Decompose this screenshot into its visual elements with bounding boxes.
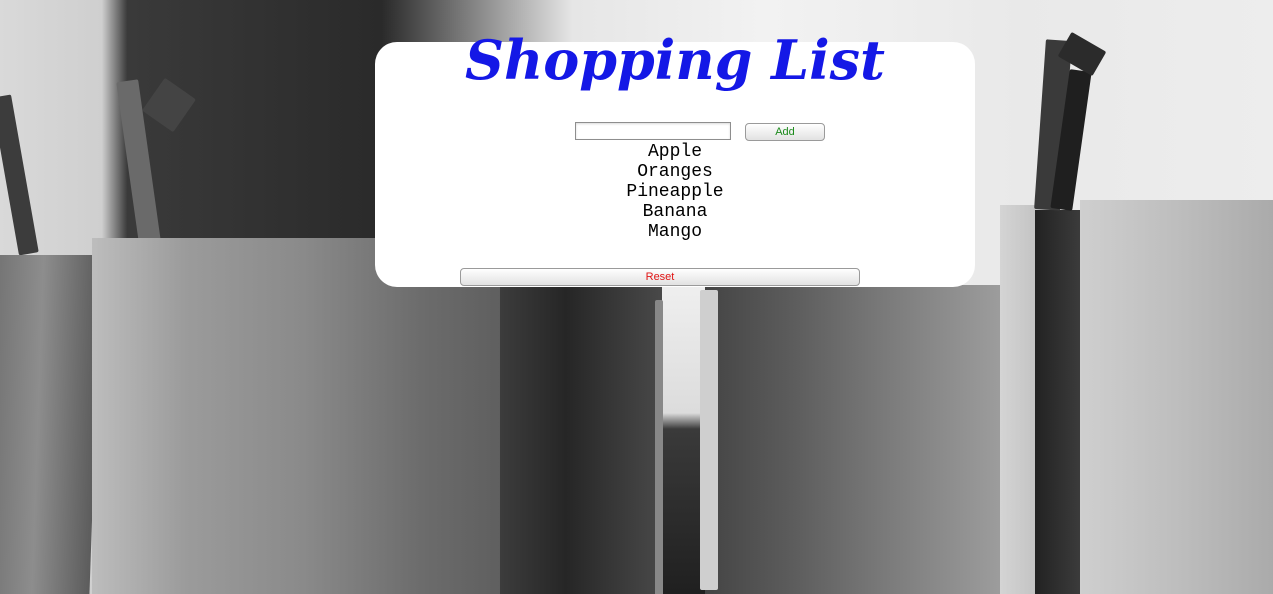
page-title: Shopping List xyxy=(465,28,885,92)
list-item[interactable]: Pineapple xyxy=(375,182,975,202)
bag-handle xyxy=(700,290,718,590)
list-item[interactable]: Mango xyxy=(375,222,975,242)
paper-bag xyxy=(705,285,1005,594)
paper-bag xyxy=(1080,200,1273,594)
bag-handle xyxy=(655,300,663,594)
list-item[interactable]: Banana xyxy=(375,202,975,222)
shopping-list: Apple Oranges Pineapple Banana Mango xyxy=(375,142,975,242)
paper-bag xyxy=(500,285,665,594)
reset-button[interactable]: Reset xyxy=(460,268,860,286)
shopping-list-card: Shopping List Add Apple Oranges Pineappl… xyxy=(375,28,975,287)
item-input[interactable] xyxy=(575,122,731,140)
paper-bag xyxy=(1035,210,1080,594)
list-item[interactable]: Oranges xyxy=(375,162,975,182)
paper-bag xyxy=(92,238,562,594)
add-button[interactable]: Add xyxy=(745,123,825,141)
paper-bag xyxy=(0,255,102,594)
list-item[interactable]: Apple xyxy=(375,142,975,162)
